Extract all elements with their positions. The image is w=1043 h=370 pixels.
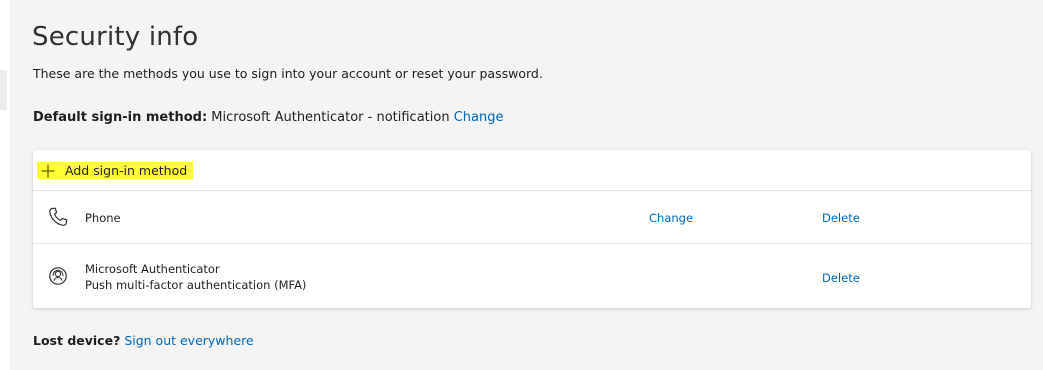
default-method-value: Microsoft Authenticator - notification — [211, 110, 450, 125]
delete-authenticator-link[interactable]: Delete — [822, 271, 860, 285]
page-subtitle: These are the methods you use to sign in… — [33, 66, 543, 81]
page-title: Security info — [32, 22, 199, 52]
sign-in-methods-card: Add sign-in method Phone Change Delete M… — [33, 150, 1031, 308]
method-row-authenticator: Microsoft Authenticator Push multi-facto… — [33, 244, 1031, 308]
sign-out-everywhere-link[interactable]: Sign out everywhere — [124, 333, 253, 348]
method-detail: Push multi-factor authentication (MFA) — [85, 278, 307, 292]
plus-icon — [41, 164, 55, 178]
authenticator-icon — [47, 265, 69, 287]
default-method-label: Default sign-in method: — [33, 110, 208, 125]
lost-device-label: Lost device? — [33, 333, 121, 348]
add-sign-in-method-label: Add sign-in method — [65, 163, 188, 178]
method-row-phone: Phone Change Delete — [33, 191, 1031, 244]
change-default-method-link[interactable]: Change — [454, 110, 504, 125]
phone-icon — [47, 206, 69, 228]
method-name: Phone — [85, 211, 121, 225]
default-sign-in-method: Default sign-in method: Microsoft Authen… — [33, 110, 504, 125]
add-method-row: Add sign-in method — [33, 150, 1031, 191]
lost-device: Lost device? Sign out everywhere — [33, 333, 254, 348]
rail-marker — [0, 70, 7, 110]
left-rail — [0, 0, 10, 370]
change-phone-link[interactable]: Change — [649, 211, 693, 225]
security-info-page: Security info These are the methods you … — [10, 0, 1043, 370]
delete-phone-link[interactable]: Delete — [822, 211, 860, 225]
add-sign-in-method-button[interactable]: Add sign-in method — [37, 162, 194, 179]
method-name: Microsoft Authenticator — [85, 262, 220, 276]
